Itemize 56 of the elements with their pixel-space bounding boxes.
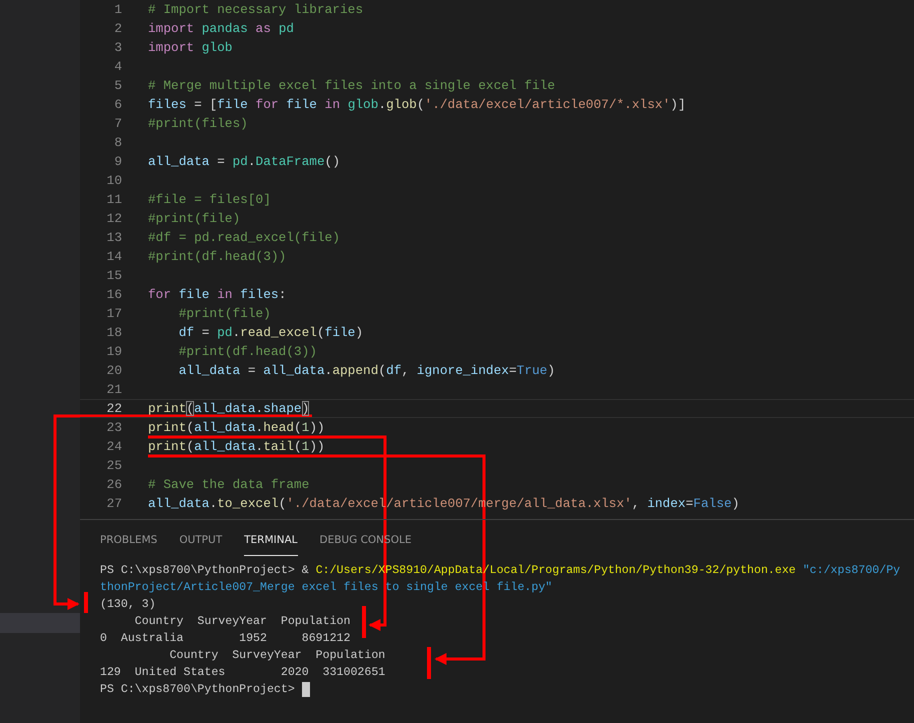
code-line: # Merge multiple excel files into a single excel file <box>148 78 556 93</box>
line-number: 5 <box>113 77 122 95</box>
terminal-line: 0 Australia 1952 8691212 <box>100 631 350 647</box>
line-number: 21 <box>106 381 122 399</box>
line-number: 24 <box>106 438 122 456</box>
line-number: 1 <box>113 1 122 19</box>
terminal-line: PS C:\xps8700\PythonProject> <box>100 682 296 698</box>
code-line: # Import necessary libraries <box>148 2 364 17</box>
code-line: import glob <box>148 40 232 55</box>
line-number: 27 <box>106 495 122 513</box>
terminal-line: Country SurveyYear Population <box>134 614 350 630</box>
line-number: 2 <box>113 20 122 38</box>
code-line: df = pd.read_excel(file) <box>178 325 364 340</box>
code-line: files = [file for file in glob.glob('./data/excel/article007/*.xlsx')] <box>148 97 686 112</box>
code-line: #print(file) <box>178 306 271 321</box>
code-line: #print(file) <box>148 211 240 226</box>
code-line: all_data = pd.DataFrame() <box>148 154 340 169</box>
code-line: #print(df.head(3)) <box>148 249 286 264</box>
line-number: 7 <box>113 115 122 133</box>
line-number: 3 <box>113 39 122 57</box>
code-line: print(all_data.shape) <box>148 401 310 416</box>
code-line: #df = pd.read_excel(file) <box>148 230 340 245</box>
line-number: 26 <box>106 476 122 494</box>
line-number: 18 <box>106 324 122 342</box>
panel-tab[interactable]: TERMINAL <box>244 530 298 556</box>
line-number: 23 <box>106 419 122 437</box>
terminal-line: Country SurveyYear Population <box>168 648 386 664</box>
code-line: import pandas as pd <box>148 21 294 36</box>
line-number: 25 <box>106 457 122 475</box>
line-number: 15 <box>106 267 122 285</box>
code-line: #file = files[0] <box>148 192 271 207</box>
line-number: 19 <box>106 343 122 361</box>
line-number: 16 <box>106 286 122 304</box>
code-line: for file in files: <box>148 287 286 302</box>
line-number: 13 <box>106 229 122 247</box>
line-number: 10 <box>106 172 122 190</box>
panel-tab[interactable]: PROBLEMS <box>100 530 158 556</box>
terminal-line: (130, 3) <box>100 597 156 613</box>
panel-tab[interactable]: OUTPUT <box>179 530 222 556</box>
line-number: 17 <box>106 305 122 323</box>
line-number: 9 <box>113 153 122 171</box>
terminal-line: 129 United States 2020 331002651 <box>100 665 386 681</box>
line-number: 12 <box>106 210 122 228</box>
line-number: 11 <box>106 191 122 209</box>
line-number: 8 <box>113 134 122 152</box>
code-line: print(all_data.tail(1)) <box>148 439 325 454</box>
code-line: print(all_data.head(1)) <box>148 420 325 435</box>
code-line: #print(files) <box>148 116 248 131</box>
code-line: # Save the data frame <box>148 477 310 492</box>
line-number: 22 <box>106 400 122 417</box>
line-number: 20 <box>106 362 122 380</box>
code-line: #print(df.head(3)) <box>178 344 317 359</box>
line-number: 6 <box>113 96 122 114</box>
line-number: 14 <box>106 248 122 266</box>
code-line: all_data = all_data.append(df, ignore_index=True) <box>178 363 556 378</box>
line-number: 4 <box>113 58 122 76</box>
